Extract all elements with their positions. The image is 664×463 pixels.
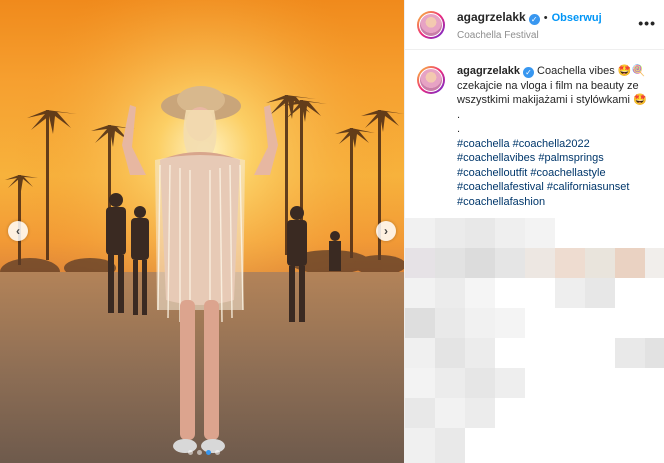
separator-dot: • bbox=[543, 12, 548, 25]
avatar[interactable] bbox=[417, 66, 445, 94]
avatar-image bbox=[419, 68, 443, 92]
hashtag-link[interactable]: #coachellastyle bbox=[530, 167, 605, 179]
caption-line: czekajcie na vloga i film na beauty ze bbox=[457, 79, 639, 92]
post-sidebar: agagrzelakk ✓ • Obserwuj Coachella Festival… bbox=[404, 0, 664, 463]
hashtag-link[interactable]: #coachellafashion bbox=[457, 196, 545, 208]
hashtag-link[interactable]: #coachellafestival bbox=[457, 181, 544, 193]
caption-username-link[interactable]: agagrzelakk bbox=[457, 65, 520, 77]
carousel-dot bbox=[197, 450, 202, 455]
hashtag-link[interactable]: #californiasunset bbox=[547, 181, 630, 193]
carousel-dot bbox=[188, 450, 193, 455]
verified-badge-icon: ✓ bbox=[522, 67, 534, 78]
hashtag-link[interactable]: #coachella2022 bbox=[513, 138, 590, 150]
carousel-next-button[interactable]: › bbox=[376, 221, 396, 241]
hashtag-link[interactable]: #coachella bbox=[457, 138, 510, 150]
caption-dot: . bbox=[457, 123, 461, 135]
post-photo bbox=[0, 0, 404, 463]
post-header: agagrzelakk ✓ • Obserwuj Coachella Festival… bbox=[405, 0, 664, 50]
hashtag-link[interactable]: #coachellavibes bbox=[457, 152, 535, 164]
username-link[interactable]: agagrzelakk bbox=[457, 10, 526, 24]
chevron-right-icon: › bbox=[384, 224, 388, 238]
avatar[interactable] bbox=[417, 10, 445, 39]
hashtag-link[interactable]: #coachelloutfit bbox=[457, 167, 527, 179]
post-caption: agagrzelakk ✓ Coachella vibes 🤩🍭 czekajci… bbox=[405, 50, 664, 209]
carousel-dots bbox=[188, 450, 220, 455]
more-options-icon[interactable]: ••• bbox=[638, 15, 656, 31]
carousel-dot bbox=[215, 450, 220, 455]
caption-line: Coachella vibes 🤩🍭 bbox=[537, 65, 646, 77]
caption-dot: . bbox=[457, 108, 461, 121]
hashtag-link[interactable]: #palmsprings bbox=[538, 152, 603, 164]
pixelated-comments-area bbox=[405, 218, 664, 463]
follow-button[interactable]: Obserwuj bbox=[552, 12, 602, 24]
verified-badge-icon: ✓ bbox=[528, 14, 540, 26]
avatar-image bbox=[419, 12, 443, 37]
carousel-dot-active bbox=[206, 450, 211, 455]
chevron-left-icon: ‹ bbox=[16, 224, 20, 238]
caption-line: wszystkimi makijażami i stylówkami 🤩 bbox=[457, 94, 647, 106]
carousel-prev-button[interactable]: ‹ bbox=[8, 221, 28, 241]
post-media[interactable]: ‹ › bbox=[0, 0, 404, 463]
location-link[interactable]: Coachella Festival bbox=[457, 30, 602, 42]
hashtag-list: #coachella #coachella2022 #coachellavibe… bbox=[457, 137, 652, 210]
